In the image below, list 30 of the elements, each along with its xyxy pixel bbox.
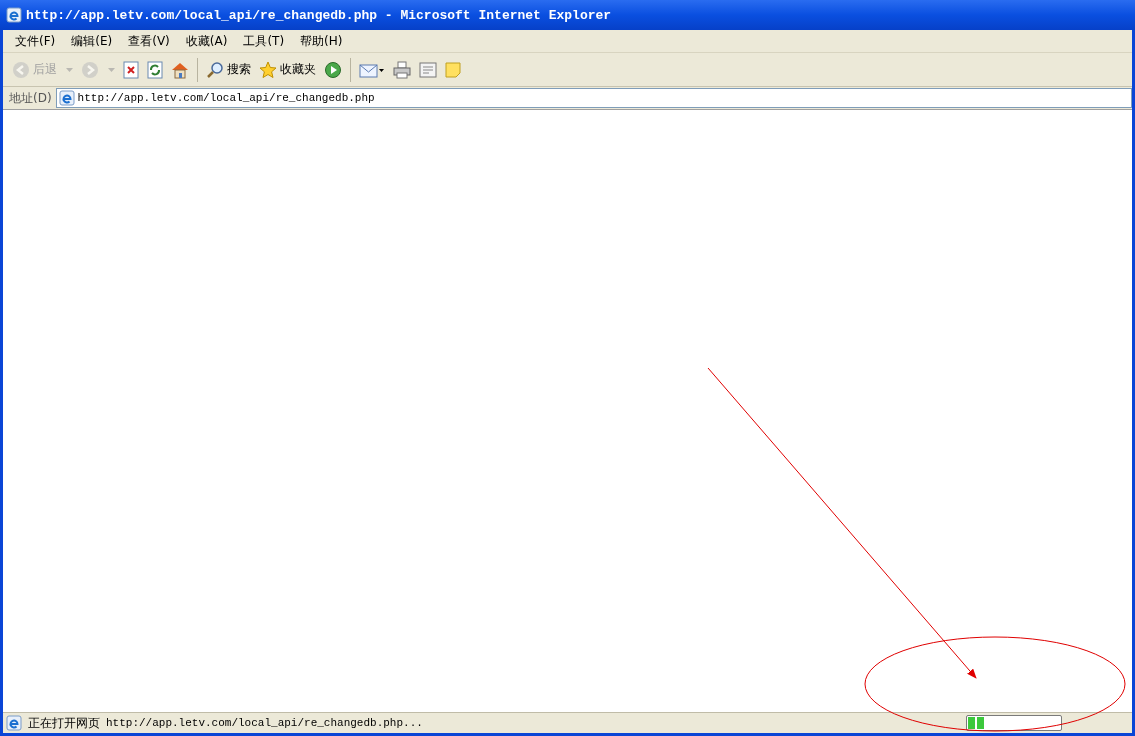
home-icon <box>171 60 189 79</box>
menu-item[interactable]: 工具(T) <box>235 30 293 52</box>
address-field[interactable]: http://app.letv.com/local_api/re_changedb.php <box>55 88 1132 108</box>
caret-icon <box>66 67 73 72</box>
stop-icon <box>123 60 139 79</box>
print-button[interactable] <box>390 58 414 81</box>
browser-icon <box>6 7 22 23</box>
menu-item[interactable]: 帮助(H) <box>292 30 351 52</box>
printer-icon <box>393 60 411 79</box>
menu-item[interactable]: 文件(F) <box>7 30 64 52</box>
address-label: 地址(D) <box>9 89 52 107</box>
stop-button[interactable] <box>120 58 142 81</box>
media-icon <box>324 60 342 79</box>
note-icon <box>445 61 461 78</box>
status-url: http://app.letv.com/local_api/re_changedb.php... <box>106 717 423 729</box>
menu-item[interactable]: 查看(V) <box>120 30 178 52</box>
search-icon <box>206 60 224 79</box>
star-icon <box>259 60 277 79</box>
window-title: http://app.letv.com/local_api/re_changedb.php - Microsoft Internet Explorer <box>26 7 612 23</box>
document-edit-icon <box>419 60 437 79</box>
status-text: 正在打开网页 <box>28 714 100 732</box>
search-button[interactable]: 搜索 <box>203 58 254 81</box>
favorites-button[interactable]: 收藏夹 <box>256 58 319 81</box>
refresh-button[interactable] <box>144 58 166 81</box>
menu-item[interactable]: 收藏(A) <box>177 30 236 52</box>
menu-item[interactable]: 编辑(E) <box>63 30 121 52</box>
page-icon <box>6 715 22 731</box>
refresh-icon <box>147 60 163 79</box>
caret-icon <box>108 67 115 72</box>
page-icon <box>58 90 75 106</box>
